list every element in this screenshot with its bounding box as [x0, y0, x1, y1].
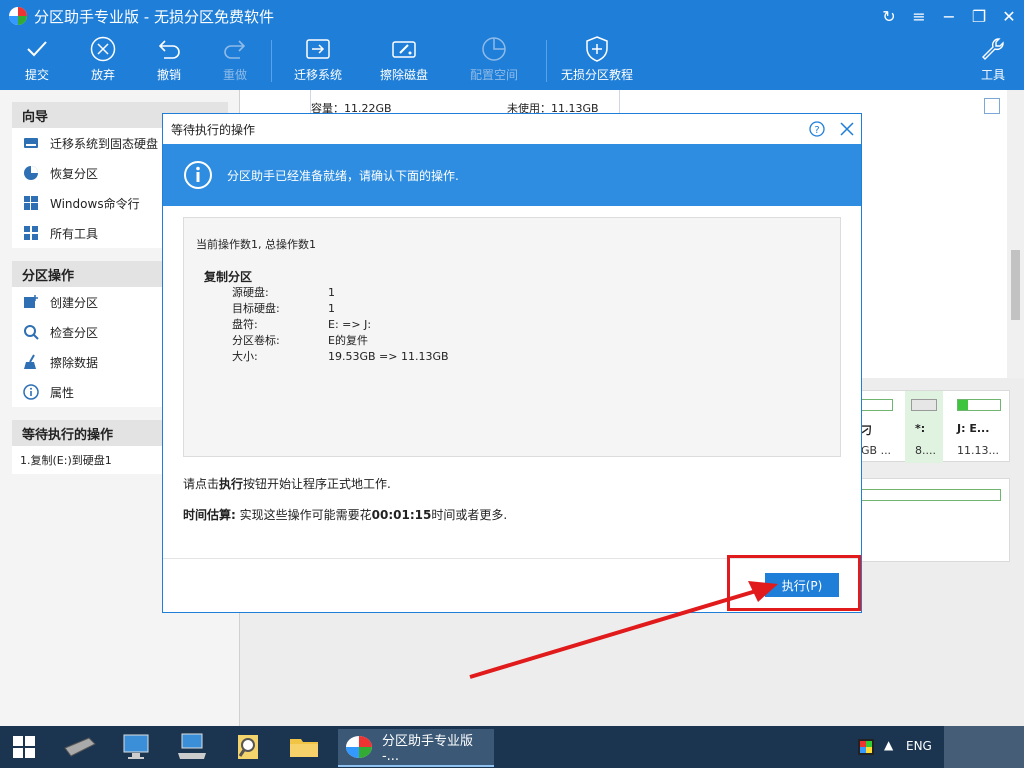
ssd-icon: [24, 138, 38, 148]
undo-button[interactable]: 撤销: [150, 32, 188, 90]
operation-detail-row: 分区卷标: E的复件: [232, 334, 368, 347]
taskbar-file-explorer[interactable]: [280, 726, 328, 768]
monitor-network-icon: [123, 734, 149, 759]
tutorial-button[interactable]: 无损分区教程: [558, 32, 636, 90]
scrollbar-thumb[interactable]: [1011, 250, 1020, 320]
wipe-disk-button[interactable]: 擦除磁盘: [376, 32, 432, 90]
execute-notice: 请点击执行按钮开始让程序正式地工作.: [183, 477, 391, 491]
partition-usage-bar: [957, 399, 1001, 411]
start-button[interactable]: [0, 726, 48, 768]
refresh-icon[interactable]: ↻: [874, 0, 904, 32]
disk-partitions-row: 刁 GB ... *: 8.... J: E... 11.13...: [859, 390, 1010, 463]
disk-row-2: [860, 478, 1010, 562]
operation-detail-row: 大小: 19.53GB => 11.13GB: [232, 350, 449, 363]
maximize-icon[interactable]: ❐: [964, 0, 994, 32]
redo-button[interactable]: 重做: [216, 32, 254, 90]
check-partition-icon: [24, 325, 39, 340]
highlight-box: [727, 555, 861, 611]
redo-icon: [224, 40, 246, 59]
disk-info-box: 容量：11.22GB 未使用：11.13GB: [310, 90, 620, 115]
operation-count: 当前操作数1, 总操作数1: [196, 238, 316, 251]
operation-detail-row: 盘符: E: => J:: [232, 318, 372, 331]
migrate-system-button[interactable]: 迁移系统: [290, 32, 346, 90]
view-toggle-icon[interactable]: [984, 98, 1000, 114]
taskbar-search-app[interactable]: [224, 726, 272, 768]
minimize-icon[interactable]: −: [934, 0, 964, 32]
info-icon: [23, 384, 39, 400]
help-icon[interactable]: ?: [809, 121, 825, 137]
pending-operations-dialog: 等待执行的操作 ? 分区助手已经准备就绪，请确认下面的操作. 当前操作数1, 总…: [162, 113, 862, 613]
toolbar-separator: [546, 40, 547, 82]
windows-start-icon: [13, 736, 35, 758]
taskbar-hardware-app[interactable]: [56, 726, 104, 768]
broom-icon: [24, 354, 36, 369]
taskbar-network-app[interactable]: [112, 726, 160, 768]
taskbar-remote-app[interactable]: [168, 726, 216, 768]
operation-detail-row: 源硬盘: 1: [232, 286, 335, 299]
operation-detail-row: 目标硬盘: 1: [232, 302, 335, 315]
dialog-title-bar: 等待执行的操作 ?: [163, 114, 861, 144]
folder-icon: [290, 739, 318, 757]
banner-text: 分区助手已经准备就绪，请确认下面的操作.: [227, 168, 459, 183]
tray-up-arrow-icon[interactable]: ▲: [884, 738, 893, 752]
wipe-disk-icon: [392, 41, 416, 58]
clock-area[interactable]: [944, 726, 1024, 768]
dialog-banner: 分区助手已经准备就绪，请确认下面的操作.: [163, 144, 861, 206]
operation-title: 复制分区: [204, 270, 253, 284]
grid-icon: [24, 226, 38, 240]
computer-keyboard-icon: [178, 733, 206, 759]
dialog-title: 等待执行的操作: [171, 122, 256, 137]
shield-icon: [586, 36, 608, 62]
discard-button[interactable]: 放弃: [84, 32, 122, 90]
close-icon[interactable]: [839, 121, 855, 137]
check-icon: [27, 41, 47, 57]
taskbar-active-app[interactable]: 分区助手专业版 -...: [338, 729, 494, 767]
language-indicator[interactable]: ENG: [906, 739, 932, 753]
vertical-scrollbar[interactable]: [1007, 90, 1024, 380]
tools-button[interactable]: 工具: [976, 32, 1010, 90]
submit-button[interactable]: 提交: [18, 32, 56, 90]
toolbar-separator: [271, 40, 272, 82]
partition-usage-bar: [861, 489, 1001, 501]
undo-icon: [158, 40, 180, 59]
close-window-icon[interactable]: ✕: [994, 0, 1024, 32]
menu-icon[interactable]: ≡: [904, 0, 934, 32]
partition-block[interactable]: 刁 GB ...: [859, 391, 903, 463]
wrench-icon: [982, 38, 1004, 60]
cancel-circle-icon: [90, 36, 116, 62]
time-estimate: 时间估算: 实现这些操作可能需要花00:01:15时间或者更多.: [183, 508, 508, 522]
memory-chip-icon: [64, 737, 96, 757]
title-bar: 分区助手专业版 - 无损分区免费软件 ↻ ≡ − ❐ ✕: [0, 0, 1024, 32]
app-logo-icon: [9, 7, 27, 25]
svg-text:?: ?: [814, 125, 819, 136]
operations-list: 当前操作数1, 总操作数1 复制分区 源硬盘: 1 目标硬盘: 1 盘符: E: =>…: [183, 217, 841, 457]
info-icon: [184, 161, 212, 189]
allocate-space-button[interactable]: 配置空间: [466, 32, 522, 90]
window-title: 分区助手专业版 - 无损分区免费软件: [34, 7, 274, 26]
pie-icon: [24, 166, 38, 180]
taskbar: 分区助手专业版 -... ▲ ENG: [0, 726, 1024, 768]
partition-block-selected[interactable]: *: 8....: [905, 391, 943, 463]
display-color-icon[interactable]: [858, 739, 874, 755]
partition-block[interactable]: J: E... 11.13...: [951, 391, 1009, 463]
app-logo-icon: [345, 736, 372, 758]
create-partition-icon: [24, 295, 38, 308]
partition-usage-bar: [911, 399, 937, 411]
toolbar: 提交 放弃 撤销 重做 迁移系统 擦除磁盘 配置空间 无损分区教程 工具: [0, 32, 1024, 90]
partition-usage-bar: [859, 399, 893, 411]
migrate-disk-icon: [306, 39, 330, 59]
magnifier-icon: [238, 735, 258, 759]
allocate-space-icon: [482, 37, 506, 61]
windows-icon: [24, 196, 38, 210]
